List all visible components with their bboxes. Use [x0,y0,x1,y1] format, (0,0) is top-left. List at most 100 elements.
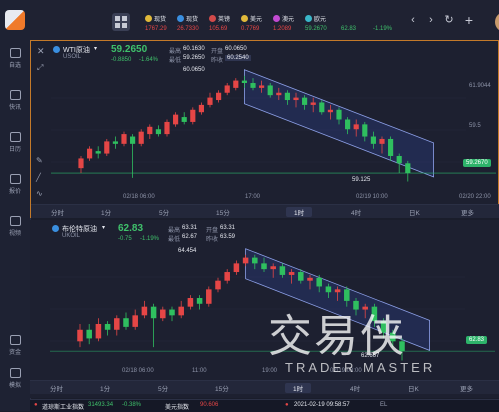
sidebar-item-3[interactable]: 报价 [0,174,30,195]
grid-menu-icon[interactable] [112,13,130,31]
wti-top-marker: 60.0650 [183,67,205,73]
candle-body [164,121,170,135]
tab-15m[interactable]: 15分 [216,207,230,217]
candle-body [224,272,230,281]
candle-body [86,329,92,339]
tab-15m[interactable]: 15分 [215,383,229,393]
ticker-item[interactable]: 英镑 105.69 [209,14,230,32]
low-label: 最低 [168,237,181,243]
prev-close-label: 昨收 [211,58,224,64]
tab-5m[interactable]: 5分 [159,207,169,217]
line-tool-icon[interactable]: ╱ [36,173,41,182]
candle-body [121,134,127,144]
chevron-down-icon[interactable]: ▾ [94,45,97,52]
sidebar-item-2[interactable]: 日历 [0,132,30,153]
index-name[interactable]: 美元指数 [165,402,189,411]
clock-text: 2021-02-19 09:58:57 [294,402,350,408]
sidebar-item-1[interactable]: 快讯 [0,90,30,111]
sidebar-item-4[interactable]: 视频 [0,216,30,237]
sidebar-item-5[interactable]: 资金 [0,335,30,356]
candle-body [104,323,111,330]
candle-body [216,92,222,101]
tab-daily[interactable]: 日K [409,207,420,217]
candle-body [138,131,144,144]
tab-1h[interactable]: 1时 [286,207,313,217]
ticker-item[interactable]: 现货 1767.29 [145,14,167,32]
tab-1m[interactable]: 1分 [101,207,111,217]
index-value: 90.606 [200,402,219,408]
index-value: 31493.34 [88,402,114,408]
sidebar-item-6[interactable]: 模拟 [0,368,30,389]
tab-daily[interactable]: 日K [408,383,419,393]
low-label: 最低 [169,58,182,64]
ticker-value: 62.83 [341,26,357,32]
wti-axis-label: 61.9044 [469,83,491,89]
candle-body [250,83,256,88]
candle-body [95,323,102,339]
ticker-item[interactable]: 现货 26.7330 [177,14,199,32]
high-value: 63.31 [182,225,198,231]
tab-4h[interactable]: 4时 [351,207,361,217]
candle-body [87,148,93,159]
ticker-name: 现货 [186,17,199,23]
status-dot-icon: ● [34,402,38,408]
wti-change: -0.8850 [111,57,132,63]
ticker-item[interactable]: 美元 0.7769 [241,14,262,32]
tab-1m[interactable]: 1分 [100,383,110,393]
wti-candlestick-chart[interactable] [51,66,496,194]
forward-arrow-icon[interactable]: › [423,12,439,28]
currency-icon [305,15,312,22]
app-logo[interactable] [5,10,25,30]
ticker-item[interactable]: 澳元 1.2089 [273,14,294,32]
avatar[interactable] [495,12,499,32]
candle-body [196,298,203,304]
candle-body [173,114,179,125]
close-icon[interactable]: ✕ [37,46,45,57]
tab-4h[interactable]: 4时 [350,383,360,393]
high-label: 最高 [169,49,182,55]
candle-body [198,104,204,113]
index-name[interactable]: 道琼斯工业指数 [42,402,84,411]
tab-1h[interactable]: 1时 [285,383,312,393]
candle-body [327,109,333,113]
x-axis-label: 02/18 06:00 [123,194,155,200]
candle-body [336,109,342,120]
ticker-value: 1767.29 [145,26,167,32]
ticker-item[interactable]: 欧元 59.2670 [305,14,327,32]
tab-more[interactable]: 更多 [460,383,473,393]
tab-more[interactable]: 更多 [461,207,474,217]
brent-top-marker: 64.454 [178,248,197,254]
wti-change-pct: -1.64% [139,57,159,63]
chevron-down-icon[interactable]: ▾ [102,224,105,231]
back-arrow-icon[interactable]: ‹ [405,12,421,28]
ticker-value: -1.19% [373,26,393,32]
video-icon [9,216,21,226]
currency-icon [177,15,184,22]
pencil-icon[interactable]: ✎ [36,156,43,165]
candle-body [233,80,239,88]
ticker-value: 105.69 [209,26,228,32]
tab-tick[interactable]: 分时 [50,383,63,393]
ticker-name: 欧元 [314,17,327,23]
wti-price: 59.2650 [111,44,148,55]
open-label: 开盘 [211,49,224,55]
tab-5m[interactable]: 5分 [158,383,168,393]
expand-icon[interactable]: ⤢ [37,63,43,73]
candle-body [370,136,376,144]
indicator-icon[interactable]: ∿ [36,189,43,198]
simulation-icon [9,368,21,378]
prev-close-value: 63.59 [220,234,236,240]
sidebar-item-label: 模拟 [8,383,21,389]
brent-badge-icon [52,225,59,232]
candle-body [95,151,101,154]
sidebar-item-0[interactable]: 自选 [0,48,30,69]
add-icon[interactable]: + [461,12,477,28]
sidebar-item-label: 自选 [8,63,21,69]
sidebar-item-label: 报价 [8,189,21,195]
wti-chart-panel[interactable]: ✕ ⤢ WTI原油 ▾ USOIL 59.2650 -0.8850 -1.64%… [30,40,499,218]
candle-body [169,309,175,316]
refresh-icon[interactable]: ↻ [441,12,457,28]
index-pct: -0.38% [122,402,142,408]
status-extra: EL [380,402,388,408]
tab-tick[interactable]: 分时 [51,207,64,217]
